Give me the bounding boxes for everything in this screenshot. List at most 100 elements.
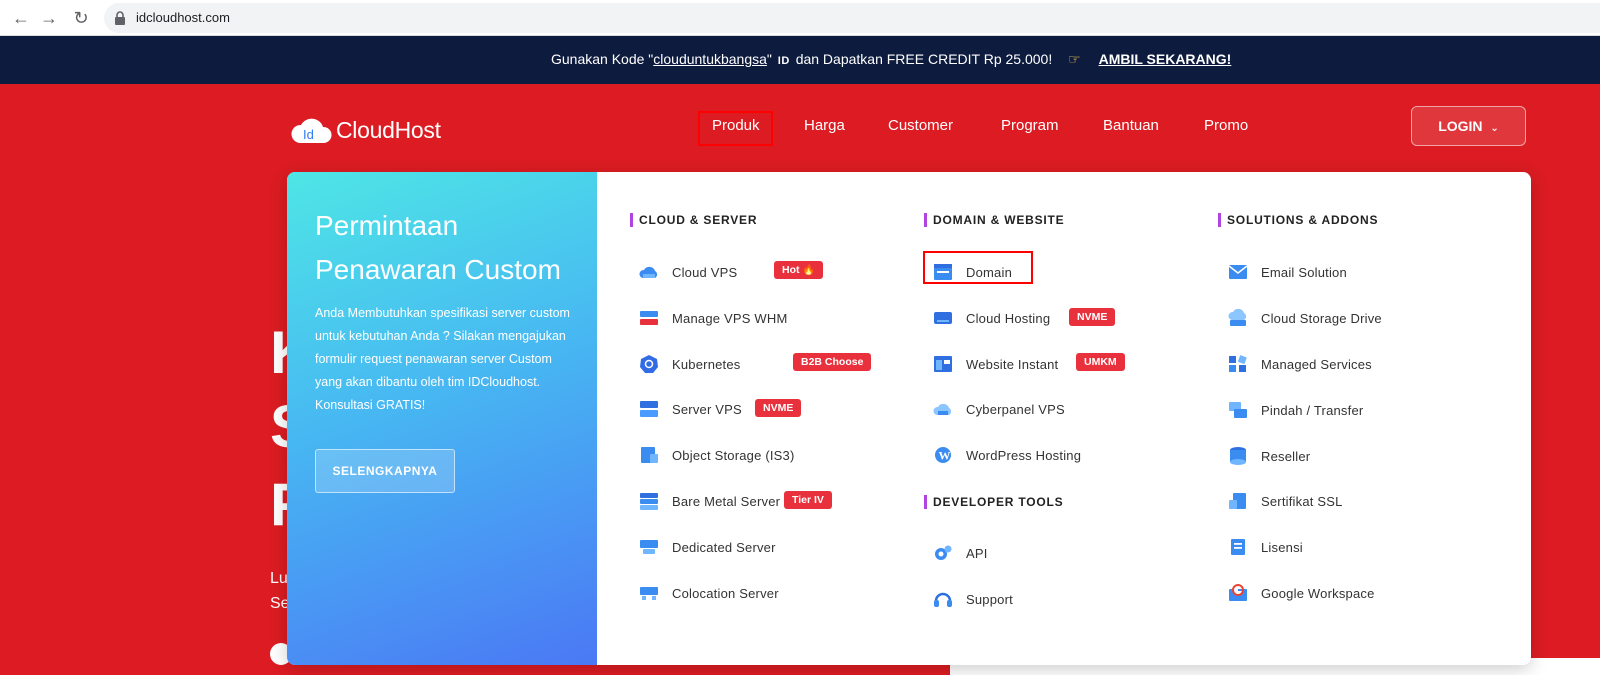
menu-item-managed-services[interactable]: Managed Services bbox=[1227, 353, 1372, 375]
menu-item-lisensi[interactable]: Lisensi bbox=[1227, 536, 1303, 558]
menu-item-label: Website Instant bbox=[966, 356, 1059, 372]
google-workspace-icon bbox=[1229, 584, 1247, 601]
promo-cta-link[interactable]: AMBIL SEKARANG! bbox=[1099, 51, 1232, 67]
menu-item-label: Cloud VPS bbox=[672, 264, 738, 280]
menu-item-cloud-storage-drive[interactable]: Cloud Storage Drive bbox=[1227, 307, 1382, 329]
address-bar[interactable]: idcloudhost.com bbox=[104, 3, 1600, 33]
menu-item-label: Support bbox=[966, 591, 1013, 607]
menu-item-sertifikat-ssl[interactable]: Sertifikat SSL bbox=[1227, 490, 1343, 512]
menu-item-label: Pindah / Transfer bbox=[1261, 402, 1364, 418]
menu-item-server-vps[interactable]: Server VPS bbox=[638, 398, 742, 420]
login-label: LOGIN bbox=[1438, 118, 1483, 134]
produk-dropdown-menu: Permintaan Penawaran Custom Anda Membutu… bbox=[287, 172, 1531, 665]
logo-badge-text: Id bbox=[303, 127, 314, 142]
tier-iv-badge: Tier IV bbox=[784, 491, 832, 509]
svg-text:W: W bbox=[939, 449, 951, 463]
promo-banner: Gunakan Kode "clouduntukbangsa" ID dan D… bbox=[0, 36, 1600, 84]
heading-domain-website: DOMAIN & WEBSITE bbox=[924, 213, 1064, 227]
nav-promo[interactable]: Promo bbox=[1204, 117, 1248, 134]
menu-item-object-storage[interactable]: Object Storage (IS3) bbox=[638, 444, 795, 466]
nvme-badge: NVME bbox=[1069, 308, 1116, 326]
colocation-server-icon bbox=[640, 587, 658, 600]
menu-item-label: Kubernetes bbox=[672, 356, 741, 372]
menu-item-website-instant[interactable]: Website Instant bbox=[932, 353, 1058, 375]
selengkapnya-button[interactable]: SELENGKAPNYA bbox=[315, 449, 455, 493]
menu-item-manage-vps-whm[interactable]: Manage VPS WHM bbox=[638, 307, 788, 329]
lock-icon bbox=[115, 11, 125, 25]
pointing-hand-icon: ☞ bbox=[1068, 51, 1081, 67]
domain-icon bbox=[934, 264, 952, 280]
license-icon bbox=[1231, 539, 1245, 555]
menu-item-domain[interactable]: Domain bbox=[932, 261, 1012, 283]
object-storage-icon bbox=[641, 447, 658, 463]
menu-item-cloud-hosting[interactable]: Cloud Hosting bbox=[932, 307, 1050, 329]
produk-highlight-box bbox=[698, 111, 773, 146]
menu-item-label: API bbox=[966, 545, 988, 561]
menu-item-reseller[interactable]: Reseller bbox=[1227, 445, 1310, 467]
reload-icon[interactable]: ↻ bbox=[70, 7, 92, 29]
bare-metal-icon bbox=[640, 493, 658, 510]
custom-offer-description: Anda Membutuhkan spesifikasi server cust… bbox=[315, 306, 570, 412]
server-vps-icon bbox=[640, 401, 658, 417]
promo-text-after: dan Dapatkan FREE CREDIT Rp 25.000! bbox=[795, 51, 1053, 67]
menu-item-dedicated-server[interactable]: Dedicated Server bbox=[638, 536, 776, 558]
menu-item-label: Cyberpanel VPS bbox=[966, 401, 1065, 417]
menu-item-label: Sertifikat SSL bbox=[1261, 493, 1343, 509]
heading-solutions-addons: SOLUTIONS & ADDONS bbox=[1218, 213, 1378, 227]
nav-harga[interactable]: Harga bbox=[804, 117, 845, 134]
cloud-hosting-icon bbox=[934, 312, 952, 324]
ssl-certificate-icon bbox=[1229, 493, 1246, 509]
menu-item-label: Server VPS bbox=[672, 401, 742, 417]
browser-toolbar: ← → ↻ idcloudhost.com bbox=[0, 0, 1600, 36]
menu-item-label: Bare Metal Server bbox=[672, 493, 781, 509]
reseller-database-icon bbox=[1230, 447, 1246, 465]
cyberpanel-icon bbox=[933, 403, 952, 415]
menu-item-label: Domain bbox=[966, 264, 1012, 280]
menu-item-google-workspace[interactable]: Google Workspace bbox=[1227, 582, 1375, 604]
website-instant-icon bbox=[934, 356, 952, 372]
menu-item-email-solution[interactable]: Email Solution bbox=[1227, 261, 1347, 283]
umkm-badge: UMKM bbox=[1076, 353, 1125, 371]
kubernetes-icon bbox=[640, 355, 658, 373]
headset-icon bbox=[934, 592, 952, 607]
hero-text: Lu bbox=[270, 570, 288, 587]
back-arrow-icon[interactable]: ← bbox=[10, 7, 32, 29]
menu-item-pindah-transfer[interactable]: Pindah / Transfer bbox=[1227, 399, 1363, 421]
hot-badge: Hot 🔥 bbox=[774, 261, 824, 279]
cloud-storage-icon bbox=[1228, 308, 1247, 326]
menu-item-wordpress-hosting[interactable]: W WordPress Hosting bbox=[932, 444, 1081, 466]
menu-item-label: Managed Services bbox=[1261, 356, 1372, 372]
promo-text-before: Gunakan Kode " bbox=[551, 51, 654, 67]
api-gear-icon bbox=[935, 545, 952, 560]
menu-item-cyberpanel-vps[interactable]: Cyberpanel VPS bbox=[932, 398, 1065, 420]
cloud-logo-icon: Id bbox=[291, 118, 332, 143]
custom-offer-panel: Permintaan Penawaran Custom Anda Membutu… bbox=[287, 172, 597, 665]
server-whm-icon bbox=[640, 311, 658, 325]
menu-item-cloud-vps[interactable]: Cloud VPS bbox=[638, 261, 737, 283]
nav-program[interactable]: Program bbox=[1001, 117, 1059, 134]
forward-arrow-icon[interactable]: → bbox=[38, 7, 60, 29]
promo-code[interactable]: clouduntukbangsa bbox=[653, 51, 767, 67]
menu-item-api[interactable]: API bbox=[932, 542, 988, 564]
logo-text: CloudHost bbox=[336, 116, 441, 143]
heading-cloud-server: CLOUD & SERVER bbox=[630, 213, 757, 227]
menu-item-kubernetes[interactable]: Kubernetes bbox=[638, 353, 741, 375]
menu-item-support[interactable]: Support bbox=[932, 588, 1013, 610]
idcloudhost-logo[interactable]: Id CloudHost bbox=[290, 114, 441, 146]
b2b-choose-badge: B2B Choose bbox=[793, 353, 872, 371]
wordpress-icon: W bbox=[935, 447, 951, 463]
login-button[interactable]: LOGIN ⌄ bbox=[1411, 106, 1526, 146]
menu-item-colocation-server[interactable]: Colocation Server bbox=[638, 582, 779, 604]
menu-item-label: Object Storage (IS3) bbox=[672, 447, 795, 463]
promo-text-mid: " bbox=[766, 51, 772, 67]
nav-customer[interactable]: Customer bbox=[888, 117, 953, 134]
email-icon bbox=[1228, 265, 1248, 279]
nvme-badge: NVME bbox=[755, 399, 802, 417]
menu-item-label: Manage VPS WHM bbox=[672, 310, 788, 326]
nav-bantuan[interactable]: Bantuan bbox=[1103, 117, 1159, 134]
menu-item-label: Google Workspace bbox=[1261, 585, 1375, 601]
heading-developer-tools: DEVELOPER TOOLS bbox=[924, 495, 1063, 509]
transfer-icon bbox=[1229, 402, 1247, 418]
menu-item-label: Reseller bbox=[1261, 448, 1311, 464]
menu-item-bare-metal-server[interactable]: Bare Metal Server bbox=[638, 490, 780, 512]
